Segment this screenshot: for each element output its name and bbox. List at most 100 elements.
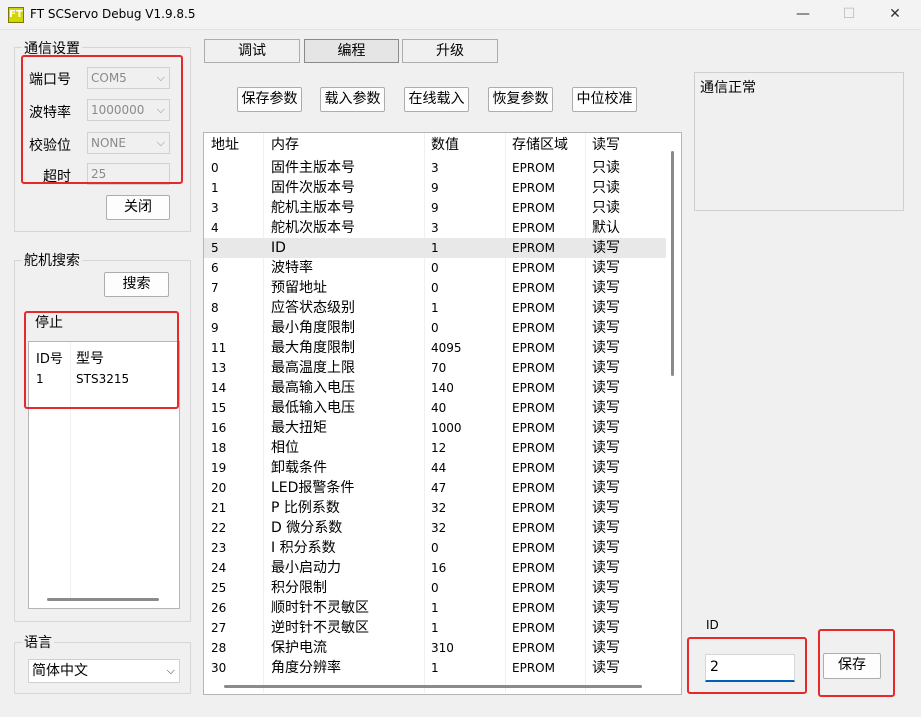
row-access: 读写 <box>592 520 620 536</box>
row-value: 1 <box>431 601 439 615</box>
column-header-storage[interactable]: 存储区域 <box>512 133 568 157</box>
row-access: 读写 <box>592 380 620 396</box>
row-address: 3 <box>211 201 219 215</box>
language-title: 语言 <box>22 632 54 652</box>
table-row[interactable]: 6 波特率 0 EPROM 读写 <box>204 258 666 278</box>
table-row[interactable]: 9 最小角度限制 0 EPROM 读写 <box>204 318 666 338</box>
row-memory: 波特率 <box>271 260 313 276</box>
row-value: 140 <box>431 381 454 395</box>
row-access: 只读 <box>592 160 620 176</box>
horizontal-scrollbar[interactable] <box>224 685 642 688</box>
row-access: 读写 <box>592 400 620 416</box>
row-access: 读写 <box>592 560 620 576</box>
table-row[interactable]: 24 最小启动力 16 EPROM 读写 <box>204 558 666 578</box>
column-header-address[interactable]: 地址 <box>211 133 239 157</box>
row-access: 读写 <box>592 480 620 496</box>
row-value: 9 <box>431 201 439 215</box>
table-row[interactable]: 7 预留地址 0 EPROM 读写 <box>204 278 666 298</box>
table-row[interactable]: 4 舵机次版本号 3 EPROM 默认 <box>204 218 666 238</box>
row-storage: EPROM <box>512 341 555 355</box>
row-memory: 卸载条件 <box>271 460 327 476</box>
row-memory: 最大角度限制 <box>271 340 355 356</box>
table-row[interactable]: 3 舵机主版本号 9 EPROM 只读 <box>204 198 666 218</box>
status-text: 通信正常 <box>700 80 756 96</box>
row-memory: 预留地址 <box>271 280 327 296</box>
row-memory: 固件主版本号 <box>271 160 355 176</box>
row-address: 15 <box>211 401 227 415</box>
table-row[interactable]: 25 积分限制 0 EPROM 读写 <box>204 578 666 598</box>
table-row[interactable]: 27 逆时针不灵敏区 1 EPROM 读写 <box>204 618 666 638</box>
close-window-button[interactable]: ✕ <box>872 0 918 30</box>
row-access: 读写 <box>592 320 620 336</box>
row-memory: 顺时针不灵敏区 <box>271 600 369 616</box>
row-address: 21 <box>211 501 227 515</box>
table-row[interactable]: 13 最高温度上限 70 EPROM 读写 <box>204 358 666 378</box>
language-select[interactable]: 简体中文 ⌵ <box>28 659 180 683</box>
row-value: 0 <box>431 321 439 335</box>
param-table: 地址 内存 数值 存储区域 读写 0 固件主版本号 3 EPROM 只读 1 固件次版本号 9… <box>203 132 682 695</box>
row-access: 读写 <box>592 640 620 656</box>
row-access: 读写 <box>592 440 620 456</box>
row-value: 3 <box>431 221 439 235</box>
row-storage: EPROM <box>512 261 555 275</box>
row-storage: EPROM <box>512 521 555 535</box>
save-params-button[interactable]: 保存参数 <box>237 87 302 112</box>
search-button[interactable]: 搜索 <box>104 272 169 297</box>
horizontal-scrollbar[interactable] <box>47 598 159 601</box>
row-memory: P 比例系数 <box>271 500 340 516</box>
row-address: 5 <box>211 241 219 255</box>
row-storage: EPROM <box>512 161 555 175</box>
table-row[interactable]: 28 保护电流 310 EPROM 读写 <box>204 638 666 658</box>
row-address: 4 <box>211 221 219 235</box>
tab-upgrade[interactable]: 升级 <box>402 39 498 63</box>
table-row[interactable]: 22 D 微分系数 32 EPROM 读写 <box>204 518 666 538</box>
vertical-scrollbar[interactable] <box>671 151 674 376</box>
column-header-value[interactable]: 数值 <box>431 133 459 157</box>
tab-program[interactable]: 编程 <box>304 39 399 63</box>
row-address: 16 <box>211 421 227 435</box>
row-address: 30 <box>211 661 227 675</box>
table-row[interactable]: 11 最大角度限制 4095 EPROM 读写 <box>204 338 666 358</box>
restore-params-button[interactable]: 恢复参数 <box>488 87 553 112</box>
row-access: 读写 <box>592 460 620 476</box>
row-memory: 最小角度限制 <box>271 320 355 336</box>
row-storage: EPROM <box>512 581 555 595</box>
table-row[interactable]: 26 顺时针不灵敏区 1 EPROM 读写 <box>204 598 666 618</box>
online-load-button[interactable]: 在线载入 <box>404 87 469 112</box>
table-row[interactable]: 14 最高输入电压 140 EPROM 读写 <box>204 378 666 398</box>
center-calibrate-button[interactable]: 中位校准 <box>572 87 637 112</box>
table-row[interactable]: 19 卸载条件 44 EPROM 读写 <box>204 458 666 478</box>
column-header-memory[interactable]: 内存 <box>271 133 299 157</box>
table-row[interactable]: 16 最大扭矩 1000 EPROM 读写 <box>204 418 666 438</box>
row-address: 8 <box>211 301 219 315</box>
maximize-button[interactable]: ☐ <box>826 0 872 30</box>
table-row[interactable]: 5 ID 1 EPROM 读写 <box>204 238 666 258</box>
row-address: 14 <box>211 381 227 395</box>
close-port-button[interactable]: 关闭 <box>106 195 170 220</box>
minimize-button[interactable]: — <box>780 0 826 30</box>
row-access: 读写 <box>592 240 620 256</box>
row-storage: EPROM <box>512 321 555 335</box>
row-value: 1 <box>431 241 439 255</box>
row-value: 40 <box>431 401 447 415</box>
table-row[interactable]: 0 固件主版本号 3 EPROM 只读 <box>204 158 666 178</box>
row-address: 9 <box>211 321 219 335</box>
column-header-access[interactable]: 读写 <box>592 133 620 157</box>
table-row[interactable]: 20 LED报警条件 47 EPROM 读写 <box>204 478 666 498</box>
table-row[interactable]: 8 应答状态级别 1 EPROM 读写 <box>204 298 666 318</box>
table-row[interactable]: 15 最低输入电压 40 EPROM 读写 <box>204 398 666 418</box>
app-icon: FT <box>8 7 24 23</box>
table-row[interactable]: 1 固件次版本号 9 EPROM 只读 <box>204 178 666 198</box>
row-value: 1 <box>431 621 439 635</box>
load-params-button[interactable]: 载入参数 <box>320 87 385 112</box>
table-row[interactable]: 21 P 比例系数 32 EPROM 读写 <box>204 498 666 518</box>
tab-debug[interactable]: 调试 <box>204 39 300 63</box>
row-value: 4095 <box>431 341 462 355</box>
row-value: 32 <box>431 501 447 515</box>
row-access: 读写 <box>592 660 620 676</box>
row-address: 28 <box>211 641 227 655</box>
table-row[interactable]: 30 角度分辨率 1 EPROM 读写 <box>204 658 666 678</box>
table-row[interactable]: 23 I 积分系数 0 EPROM 读写 <box>204 538 666 558</box>
table-row[interactable]: 18 相位 12 EPROM 读写 <box>204 438 666 458</box>
id-label: ID <box>706 618 719 632</box>
